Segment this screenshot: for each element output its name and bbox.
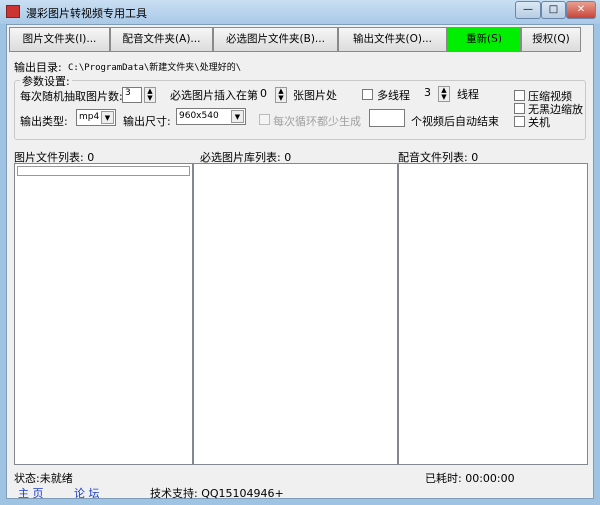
- elapsed-value: 00:00:00: [465, 472, 515, 485]
- forum-link[interactable]: 论 坛: [74, 485, 100, 501]
- elapsed: 已耗时: 00:00:00: [425, 470, 515, 486]
- output-folder-button[interactable]: 输出文件夹(O)...: [338, 27, 447, 52]
- window-title: 漫彩图片转视频专用工具: [26, 7, 147, 20]
- shutdown-checkbox[interactable]: [514, 116, 525, 127]
- chevron-down-icon: ▼: [231, 110, 244, 123]
- random-pick-input[interactable]: 3: [122, 87, 142, 103]
- title-bar: 漫彩图片转视频专用工具 — □ ✕: [0, 0, 600, 24]
- license-button[interactable]: 授权(Q): [521, 27, 581, 52]
- required-folder-button[interactable]: 必选图片文件夹(B)...: [213, 27, 338, 52]
- reset-button[interactable]: 重新(S): [447, 27, 521, 52]
- elapsed-label: 已耗时:: [425, 472, 462, 485]
- home-link[interactable]: 主 页: [18, 485, 44, 501]
- threads-suffix: 线程: [457, 88, 479, 101]
- images-list[interactable]: [14, 163, 193, 465]
- maximize-button[interactable]: □: [541, 1, 566, 19]
- status-value: 未就绪: [39, 472, 73, 485]
- minimize-button[interactable]: —: [515, 1, 541, 19]
- insert-value[interactable]: 0: [260, 87, 267, 100]
- multithread-label: 多线程: [377, 89, 410, 102]
- loop-checkbox[interactable]: [259, 114, 270, 125]
- params-group-label: 参数设置:: [20, 73, 72, 89]
- status-label: 状态:: [14, 472, 40, 485]
- threads-value[interactable]: 3: [424, 86, 431, 99]
- audio-folder-button[interactable]: 配音文件夹(A)...: [110, 27, 213, 52]
- loop-label: 每次循环都少生成: [273, 115, 361, 128]
- app-icon: [6, 5, 20, 18]
- size-label: 输出尺寸:: [123, 115, 171, 128]
- insert-suffix: 张图片处: [293, 89, 337, 102]
- threads-spinner[interactable]: ▲ ▼: [438, 86, 450, 102]
- chevron-down-icon: ▼: [101, 111, 114, 124]
- close-button[interactable]: ✕: [566, 1, 596, 19]
- multithread-checkbox[interactable]: [362, 89, 373, 100]
- list-focus-row: [17, 166, 190, 176]
- support-text: 技术支持: QQ15104946+: [150, 487, 284, 500]
- audio-list[interactable]: [398, 163, 588, 465]
- type-value: mp4: [79, 112, 100, 122]
- type-select[interactable]: mp4 ▼: [76, 109, 116, 126]
- compress-checkbox[interactable]: [514, 90, 525, 101]
- output-dir-value: C:\ProgramData\新建文件夹\处理好的\: [68, 63, 242, 73]
- shutdown-label: 关机: [528, 116, 550, 129]
- type-label: 输出类型:: [20, 115, 68, 128]
- required-list[interactable]: [193, 163, 398, 465]
- insert-label: 必选图片插入在第: [170, 89, 258, 102]
- random-pick-spinner[interactable]: ▲ ▼: [144, 87, 156, 103]
- status-bar: 状态:未就绪: [14, 470, 73, 486]
- size-select[interactable]: 960x540 ▼: [176, 108, 246, 125]
- random-pick-label: 每次随机抽取图片数:: [20, 90, 123, 103]
- auto-end-input[interactable]: [369, 109, 405, 127]
- size-value: 960x540: [179, 111, 219, 121]
- insert-spinner[interactable]: ▲ ▼: [275, 87, 287, 103]
- image-folder-button[interactable]: 图片文件夹(I)...: [9, 27, 110, 52]
- auto-end-suffix: 个视频后自动结束: [411, 115, 499, 128]
- noborder-checkbox[interactable]: [514, 103, 525, 114]
